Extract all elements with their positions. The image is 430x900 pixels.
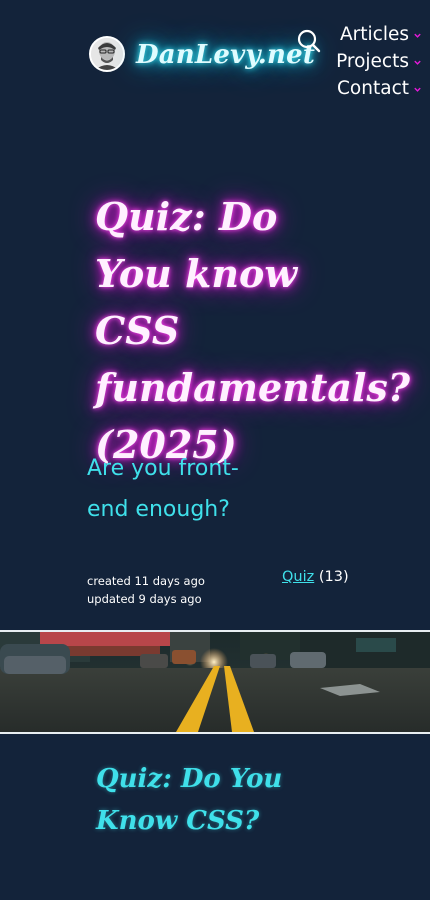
- article-title: Quiz: Do You know CSS fundamentals? (202…: [95, 194, 411, 467]
- street-photo: [0, 632, 430, 732]
- nav-item-articles[interactable]: Articles: [336, 21, 422, 48]
- site-header: DanLevy.net Articles Projects Contact: [0, 0, 430, 110]
- updated-date: updated 9 days ago: [87, 592, 202, 606]
- chevron-down-icon: [414, 33, 421, 38]
- created-date: created 11 days ago: [87, 574, 205, 588]
- search-button[interactable]: [296, 28, 322, 54]
- nav-item-label: Articles: [340, 24, 409, 45]
- main-nav: Articles Projects Contact: [336, 21, 422, 102]
- nav-item-contact[interactable]: Contact: [336, 75, 422, 102]
- search-icon: [297, 29, 321, 53]
- chevron-down-icon: [414, 60, 421, 65]
- avatar[interactable]: [89, 36, 125, 72]
- tag-count: (13): [318, 569, 349, 585]
- nav-item-projects[interactable]: Projects: [336, 48, 422, 75]
- nav-item-label: Contact: [337, 78, 409, 99]
- site-title[interactable]: DanLevy.net: [136, 40, 315, 70]
- hero-banner-image: [0, 630, 430, 734]
- chevron-down-icon: [414, 87, 421, 92]
- next-article-title[interactable]: Quiz: Do You Know CSS?: [96, 758, 296, 842]
- article-subtitle: Are you front-end enough?: [87, 456, 239, 522]
- tag-link-quiz[interactable]: Quiz: [282, 569, 314, 585]
- avatar-image: [91, 38, 123, 70]
- tag-group: Quiz (13): [282, 569, 349, 585]
- nav-item-label: Projects: [336, 51, 409, 72]
- article-dates: created 11 days ago updated 9 days ago: [87, 572, 205, 608]
